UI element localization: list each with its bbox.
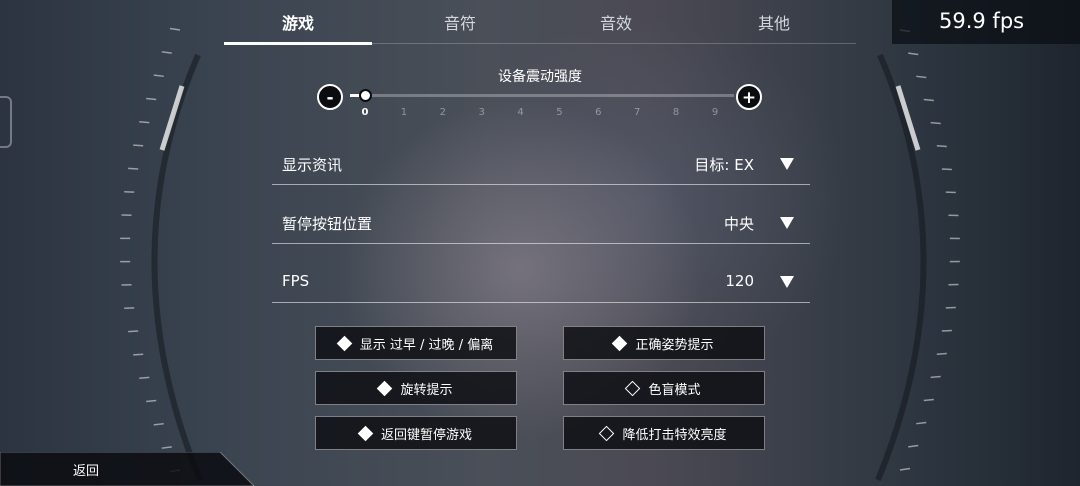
toggle-label: 旋转提示	[400, 382, 453, 398]
setting-display-info[interactable]: 显示资讯 目标: EX	[272, 144, 810, 185]
vibration-tick-4: 4	[517, 107, 524, 118]
setting-pause-button-position[interactable]: 暂停按钮位置 中央	[272, 203, 810, 244]
diamond-check-icon	[625, 380, 641, 396]
setting-label: 显示资讯	[282, 156, 343, 174]
vibration-tick-9: 9	[711, 107, 719, 118]
gauge-tick	[936, 145, 947, 148]
vibration-tick-2: 2	[439, 107, 446, 118]
toggle-label: 降低打击特效亮度	[622, 427, 727, 443]
setting-value: 目标: EX	[694, 156, 754, 174]
setting-fps[interactable]: FPS 120	[272, 262, 810, 303]
toggle-show-timing-judgement[interactable]: 显示 过早 / 过晚 / 偏离	[315, 326, 517, 360]
toggle-label: 色盲模式	[648, 382, 701, 398]
toggle-label: 正确姿势提示	[635, 337, 714, 353]
back-button[interactable]: 返回	[0, 452, 256, 486]
vibration-slider[interactable]	[350, 89, 734, 102]
diamond-check-icon	[599, 425, 615, 441]
toggle-label: 返回键暂停游戏	[380, 427, 472, 443]
gauge-tick	[923, 98, 934, 102]
vibration-decrease-button[interactable]: -	[317, 84, 343, 110]
vibration-tick-8: 8	[672, 107, 680, 118]
gauge-tick	[941, 329, 952, 332]
diamond-check-icon	[336, 335, 353, 351]
right-gauge-ticks	[899, 29, 960, 471]
setting-label: FPS	[282, 272, 310, 290]
gauge-tick	[908, 52, 919, 56]
setting-value: 中央	[723, 215, 754, 233]
vibration-title: 设备震动强度	[498, 69, 582, 85]
tab-game[interactable]: 游戏	[224, 10, 372, 45]
vibration-tick-labels: 0 1 2 3 4 5 6 7 8 9	[362, 107, 735, 123]
gauge-tick	[941, 168, 952, 171]
gauge-tick	[139, 376, 150, 379]
dropdown-arrow-icon[interactable]	[780, 276, 794, 288]
toggle-label: 显示 过早 / 过晚 / 偏离	[359, 337, 494, 353]
vibration-tick-1: 1	[400, 107, 408, 118]
vibration-tick-7: 7	[634, 107, 641, 118]
vibration-tick-3: 3	[478, 107, 485, 118]
tab-notes[interactable]: 音符	[386, 10, 534, 38]
gauge-tick	[930, 375, 941, 379]
tab-other[interactable]: 其他	[700, 10, 848, 38]
vibration-tick-0: 0	[361, 107, 369, 118]
gauge-tick	[169, 27, 181, 31]
toggle-correct-pose-hint[interactable]: 正确姿势提示	[563, 326, 765, 360]
setting-value: 120	[725, 272, 754, 290]
tab-bar: 游戏 音符 音效 其他	[224, 0, 856, 45]
gauge-tick	[161, 51, 172, 54]
dropdown-arrow-icon[interactable]	[780, 158, 794, 170]
fps-counter: 59.9 fps	[892, 0, 1080, 44]
back-button-label: 返回	[73, 464, 100, 479]
gauge-tick	[899, 467, 911, 471]
gauge-tick	[908, 444, 919, 448]
tab-sound-effects[interactable]: 音效	[542, 10, 690, 38]
gauge-tick	[923, 398, 934, 402]
gauge-tick	[146, 97, 157, 101]
gauge-tick	[161, 446, 172, 449]
diamond-check-icon	[377, 380, 393, 396]
toggle-rotation-hint[interactable]: 旋转提示	[315, 371, 517, 405]
toggle-back-key-pause[interactable]: 返回键暂停游戏	[315, 416, 517, 450]
gauge-tick	[916, 421, 927, 425]
toggle-reduce-hit-effect-brightness[interactable]: 降低打击特效亮度	[563, 416, 765, 450]
right-gauge-arc	[875, 53, 927, 482]
back-button-shape	[0, 452, 255, 486]
gauge-tick	[133, 353, 144, 356]
vibration-increase-button[interactable]: +	[736, 84, 762, 110]
left-gauge-arc	[151, 53, 203, 482]
fps-counter-text: 59.9 fps	[939, 9, 1025, 33]
gauge-tick	[146, 399, 157, 403]
vibration-tick-5: 5	[556, 107, 563, 118]
vibration-slider-handle[interactable]	[359, 89, 372, 102]
dropdown-arrow-icon[interactable]	[780, 217, 794, 229]
left-edge-handle	[0, 96, 12, 148]
gauge-tick	[128, 167, 139, 170]
gauge-tick	[153, 74, 164, 78]
gauge-tick	[916, 75, 927, 79]
diamond-check-icon	[357, 425, 374, 441]
left-gauge-ticks	[120, 27, 181, 473]
vibration-tick-6: 6	[595, 107, 602, 118]
diamond-check-icon	[612, 335, 628, 351]
toggle-colorblind-mode[interactable]: 色盲模式	[563, 371, 765, 405]
gauge-tick	[128, 330, 139, 333]
gauge-tick	[930, 121, 941, 125]
gauge-tick	[153, 422, 164, 426]
gauge-tick	[133, 144, 144, 147]
setting-label: 暂停按钮位置	[282, 215, 373, 233]
gauge-tick	[139, 121, 150, 124]
gauge-tick	[936, 352, 947, 355]
